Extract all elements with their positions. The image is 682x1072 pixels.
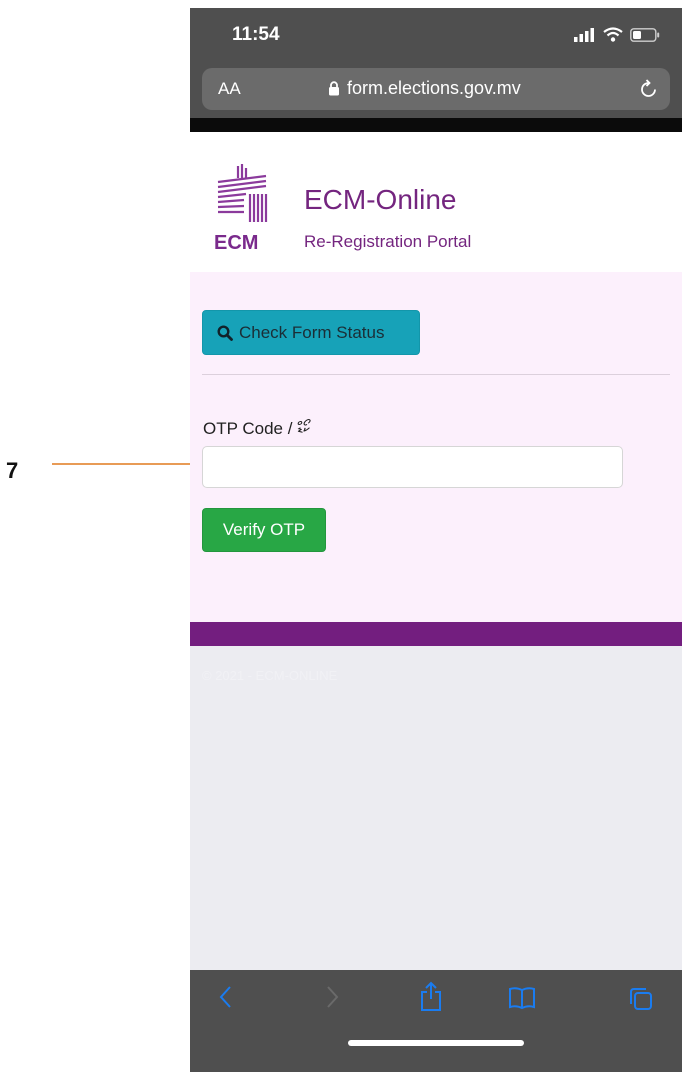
- status-icons: [574, 27, 660, 42]
- site-title: ECM-Online: [304, 184, 457, 215]
- home-indicator: [348, 1040, 524, 1046]
- lock-icon: [329, 81, 339, 96]
- url-group[interactable]: form.elections.gov.mv: [328, 78, 521, 99]
- check-form-status-label: Check Form Status: [239, 322, 385, 342]
- site-header: ECM ECM-Online Re-Registration Portal: [190, 132, 682, 272]
- address-bar: AA form.elections.gov.mv: [190, 64, 682, 126]
- phone-screen: 11:54 AA form.elections.gov.mv ECM ECM-O…: [190, 8, 682, 1072]
- share-icon[interactable]: [419, 980, 443, 1012]
- logo-text: ECM: [214, 232, 259, 254]
- back-icon[interactable]: [218, 984, 234, 1010]
- battery-icon: [630, 27, 660, 42]
- reload-icon[interactable]: [640, 79, 658, 99]
- url-text: form.elections.gov.mv: [347, 78, 521, 98]
- otp-code-input[interactable]: [202, 446, 623, 488]
- otp-form-section: Check Form Status OTP Code / ކޯޑް Verify…: [190, 272, 682, 622]
- check-form-status-button[interactable]: Check Form Status: [202, 310, 420, 355]
- forward-icon[interactable]: [324, 984, 340, 1010]
- ecm-logo-icon: [217, 164, 268, 222]
- cellular-signal-icon: [574, 27, 594, 42]
- browser-divider: [190, 118, 682, 132]
- otp-code-label: OTP Code / ކޯޑް: [203, 419, 311, 438]
- status-time: 11:54: [232, 24, 280, 45]
- reader-options-button[interactable]: AA: [218, 79, 241, 99]
- section-divider: [202, 374, 670, 375]
- wifi-icon: [603, 27, 623, 42]
- verify-otp-button[interactable]: Verify OTP: [202, 508, 326, 552]
- footer-bar: [190, 622, 682, 646]
- search-icon: [217, 324, 233, 341]
- site-subtitle: Re-Registration Portal: [304, 232, 472, 251]
- tabs-icon[interactable]: [628, 986, 654, 1012]
- browser-toolbar: [190, 970, 682, 1072]
- status-bar: 11:54: [190, 8, 682, 64]
- footer-copyright: © 2021 - ECM-ONLINE: [202, 668, 338, 683]
- bookmarks-icon[interactable]: [508, 986, 536, 1010]
- aa-label: AA: [218, 79, 241, 98]
- address-field[interactable]: AA form.elections.gov.mv: [202, 68, 670, 110]
